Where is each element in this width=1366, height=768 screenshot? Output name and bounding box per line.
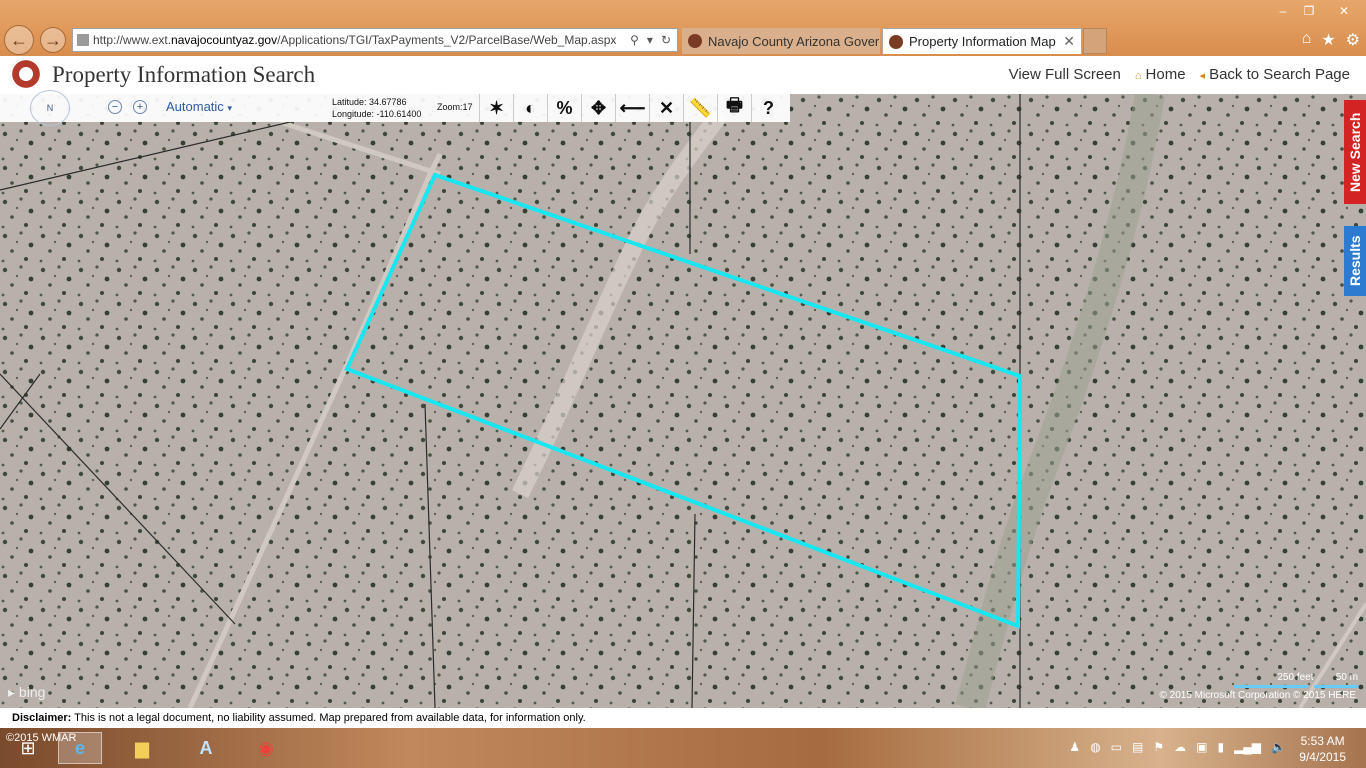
view-full-screen-link[interactable]: View Full Screen (1009, 66, 1121, 83)
system-tray: ♟ ◍ ▭ ▤ ⚑ ☁ ▣ ▮ ▂▄▆ 🔈 (1069, 740, 1286, 754)
favorites-star-icon[interactable]: ★ (1321, 30, 1335, 50)
new-tab-button[interactable] (1083, 28, 1107, 54)
identify-pointer-icon[interactable]: ✶ (479, 94, 513, 122)
clock-time: 5:53 AM (1300, 734, 1345, 748)
county-seal-logo (10, 58, 42, 90)
help-icon[interactable]: ? (751, 94, 785, 122)
address-bar[interactable]: http://www.ext.navajocountyaz.gov/Applic… (72, 28, 678, 52)
app-a-icon[interactable]: A (184, 732, 228, 764)
print-icon[interactable]: 🖶 (717, 94, 751, 122)
new-search-tab[interactable]: New Search (1344, 100, 1366, 204)
county-seal-icon (688, 34, 702, 48)
home-icon[interactable]: ⌂ (1302, 30, 1312, 50)
zoom-out-button[interactable]: − (108, 100, 122, 114)
zoom-in-button[interactable]: + (133, 100, 147, 114)
system-clock[interactable]: 5:53 AM 9/4/2015 (1299, 733, 1346, 765)
close-window-icon[interactable]: ✕ (1322, 2, 1366, 20)
tray-app-icon[interactable]: ♟ (1069, 740, 1080, 754)
tab-navajo-county[interactable]: Navajo County Arizona Govern... (682, 28, 880, 54)
window-controls: – ❐ ✕ (1270, 2, 1366, 20)
compass-control[interactable]: N (30, 90, 70, 126)
tray-security-icon[interactable]: ◍ (1090, 740, 1100, 754)
browser-chrome: – ❐ ✕ ← → http://www.ext.navajocountyaz.… (0, 0, 1366, 56)
zoom-level-text: Zoom:17 (437, 102, 473, 112)
tray-battery-icon[interactable]: ▮ (1217, 740, 1224, 754)
close-tab-icon[interactable]: ✕ (1063, 33, 1075, 50)
search-icon[interactable]: ⚲ (630, 33, 639, 47)
scale-bar: 250 feet 50 m (1218, 672, 1358, 688)
disclaimer-bar: Disclaimer: This is not a legal document… (0, 708, 1366, 728)
pan-icon[interactable]: ✥ (581, 94, 615, 122)
measure-area-icon[interactable]: ◐ (513, 94, 547, 122)
tray-printer-icon[interactable]: ▤ (1132, 740, 1143, 754)
tray-volume-icon[interactable]: 🔈 (1271, 740, 1286, 754)
longitude-text: Longitude: -110.61400 (332, 109, 422, 119)
clear-selection-icon[interactable]: ✕ (649, 94, 683, 122)
home-link[interactable]: ⌂ Home (1135, 66, 1186, 83)
page-icon (77, 34, 89, 46)
latitude-text: Latitude: 34.67786 (332, 97, 407, 107)
clock-date: 9/4/2015 (1299, 750, 1346, 764)
windows-taskbar: ⊞ ©2015 WMAR e ▆ A ◉ ♟ ◍ ▭ ▤ ⚑ ☁ ▣ ▮ ▂▄▆… (0, 728, 1366, 768)
home-icon: ⌂ (1134, 70, 1142, 82)
settings-gear-icon[interactable]: ⚙ (1346, 30, 1360, 50)
back-to-search-link[interactable]: ◂ Back to Search Page (1200, 66, 1350, 83)
file-explorer-icon[interactable]: ▆ (120, 732, 164, 764)
map-copyright: © 2015 Microsoft Corporation © 2015 HERE (1159, 690, 1357, 701)
disclaimer-label: Disclaimer: (12, 712, 72, 724)
back-button[interactable]: ← (4, 25, 34, 55)
map-tools: ✶ ◐ % ✥ ⟵ ✕ 📏 🖶 ? (479, 94, 785, 122)
tray-signal-icon[interactable]: ▂▄▆ (1234, 740, 1261, 754)
page-header: Property Information Search View Full Sc… (0, 56, 1366, 94)
tab-property-map[interactable]: Property Information Map ✕ (882, 28, 1082, 54)
internet-explorer-icon[interactable]: e (58, 732, 102, 764)
refresh-icon[interactable]: ↻ (661, 33, 671, 47)
aerial-map[interactable] (0, 94, 1366, 708)
bing-logo: ▸ bing (8, 684, 46, 700)
dropdown-icon[interactable]: ▾ (647, 33, 653, 47)
tray-cloud-icon[interactable]: ☁ (1174, 740, 1186, 754)
coordinates-readout: Latitude: 34.67786 Longitude: -110.61400 (332, 96, 421, 120)
map-style-dropdown[interactable]: Automatic ▾ (166, 99, 232, 114)
ruler-icon[interactable]: 📏 (683, 94, 717, 122)
county-seal-icon (889, 34, 903, 49)
map-toolbar: N − + Automatic ▾ Latitude: 34.67786 Lon… (0, 90, 790, 126)
map-imagery (0, 94, 1366, 708)
restore-icon[interactable]: ❐ (1296, 2, 1322, 20)
minimize-icon[interactable]: – (1270, 2, 1296, 20)
results-tab[interactable]: Results (1344, 226, 1366, 296)
back-arrow-icon[interactable]: ⟵ (615, 94, 649, 122)
arrow-left-icon: ◂ (1199, 70, 1206, 82)
disclaimer-text: This is not a legal document, no liabili… (74, 712, 586, 724)
tray-monitor-icon[interactable]: ▭ (1111, 740, 1122, 754)
forward-button[interactable]: → (40, 27, 66, 53)
tray-tool-icon[interactable]: ▣ (1196, 740, 1207, 754)
chevron-down-icon: ▾ (227, 103, 232, 113)
url-text: http://www.ext.navajocountyaz.gov/Applic… (93, 33, 617, 47)
chrome-icon[interactable]: ◉ (244, 732, 288, 764)
percent-tool-icon[interactable]: % (547, 94, 581, 122)
page-title: Property Information Search (52, 62, 316, 87)
tray-flag-icon[interactable]: ⚑ (1153, 740, 1164, 754)
